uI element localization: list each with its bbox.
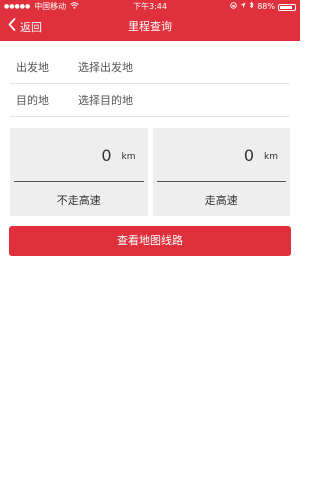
- distance-unit: km: [264, 152, 278, 162]
- top-bar: ●●●●● 中国移动 下午3:44 88% 返回 里程查询: [0, 0, 300, 41]
- bluetooth-icon: [249, 0, 254, 14]
- route-type-caption: 走高速: [204, 194, 238, 207]
- destination-row[interactable]: 目的地 选择目的地: [10, 84, 290, 117]
- destination-label: 目的地: [16, 94, 49, 107]
- distance-value: 0: [101, 146, 112, 165]
- departure-field[interactable]: 选择出发地: [78, 59, 133, 75]
- destination-field[interactable]: 选择目的地: [78, 92, 133, 108]
- distance-value: 0: [243, 146, 254, 165]
- battery-percent: 88%: [257, 2, 275, 11]
- divider: [156, 181, 286, 182]
- location-icon: [240, 0, 246, 14]
- distance-card-highway[interactable]: 0 km 走高速: [152, 128, 290, 216]
- route-type-caption: 不走高速: [56, 194, 101, 207]
- distance-unit: km: [121, 152, 136, 162]
- lock-rotation-icon: [230, 0, 237, 14]
- divider: [14, 181, 144, 182]
- battery-icon: [278, 3, 296, 11]
- status-right: 88%: [230, 0, 296, 14]
- navigation-bar: 返回 里程查询: [0, 14, 300, 41]
- distance-card-no-highway[interactable]: 0 km 不走高速: [10, 128, 148, 216]
- departure-row[interactable]: 出发地 选择出发地: [10, 51, 290, 84]
- distance-cards: 0 km 不走高速 0 km 走高速: [10, 128, 290, 216]
- departure-label: 出发地: [16, 61, 49, 74]
- page-title: 里程查询: [128, 20, 172, 33]
- status-bar: ●●●●● 中国移动 下午3:44 88%: [0, 0, 300, 14]
- view-map-route-button[interactable]: 查看地图线路: [9, 226, 291, 256]
